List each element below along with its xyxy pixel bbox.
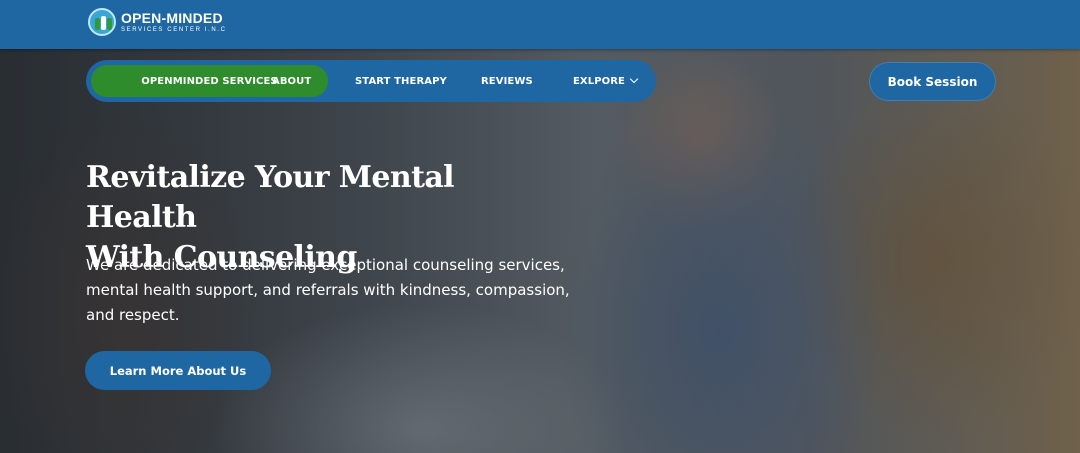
brand-text: OPEN-MINDED SERVICES CENTER I.N.C: [121, 11, 227, 33]
brand-logo[interactable]: OPEN-MINDED SERVICES CENTER I.N.C: [88, 8, 227, 36]
learn-more-button[interactable]: Learn More About Us: [85, 351, 271, 390]
top-header-bar: OPEN-MINDED SERVICES CENTER I.N.C: [0, 0, 1080, 49]
nav-item-explore[interactable]: EXLPORE: [573, 60, 639, 102]
hero-description: We are dedicated to delivering exception…: [86, 256, 570, 324]
main-navigation: OPENMINDED SERVICES ABOUT START THERAPY …: [86, 60, 656, 102]
nav-item-about[interactable]: ABOUT: [272, 60, 311, 102]
nav-item-explore-label: EXLPORE: [573, 75, 625, 87]
book-session-button[interactable]: Book Session: [869, 62, 996, 101]
brand-subtitle: SERVICES CENTER I.N.C: [121, 27, 227, 33]
nav-item-start-therapy[interactable]: START THERAPY: [355, 60, 447, 102]
nav-item-reviews[interactable]: REVIEWS: [481, 60, 533, 102]
hero-headline-line1: Revitalize Your Mental Health: [86, 160, 455, 235]
open-minded-logo-icon: [88, 8, 116, 36]
chevron-down-icon: [629, 74, 639, 84]
brand-name: OPEN-MINDED: [121, 10, 223, 26]
